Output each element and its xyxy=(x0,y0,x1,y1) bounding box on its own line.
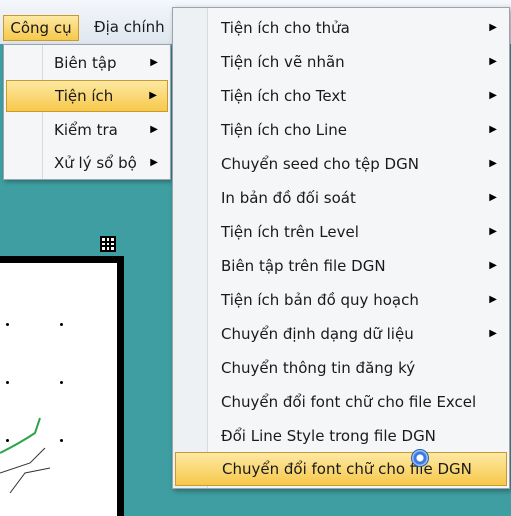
submenu-item-tien-ich[interactable]: Tiện ích ▶ xyxy=(6,80,168,112)
tien-ich-dropdown: Tiện ích cho thửa ▶ Tiện ích vẽ nhãn ▶ T… xyxy=(172,7,510,489)
menu-item-in-ban-do-doi-soat[interactable]: In bản đồ đối soát ▶ xyxy=(175,181,507,215)
submenu-item-xu-ly-so-bo[interactable]: Xử lý sổ bộ ▶ xyxy=(6,147,168,179)
arrow-right-icon: ▶ xyxy=(489,260,497,271)
arrow-right-icon: ▶ xyxy=(150,157,158,168)
menu-item-tien-ich-ve-nhan[interactable]: Tiện ích vẽ nhãn ▶ xyxy=(175,45,507,79)
menu-item-font-excel[interactable]: Chuyển đổi font chữ cho file Excel xyxy=(175,385,507,419)
menu-item-tien-ich-tren-level[interactable]: Tiện ích trên Level ▶ xyxy=(175,215,507,249)
submenu-item-bien-tap[interactable]: Biên tập ▶ xyxy=(6,47,168,79)
arrow-right-icon: ▶ xyxy=(489,158,497,169)
arrow-right-icon: ▶ xyxy=(489,124,497,135)
arrow-right-icon: ▶ xyxy=(489,294,497,305)
map-point xyxy=(6,323,9,326)
map-point xyxy=(60,381,63,384)
arrow-right-icon: ▶ xyxy=(150,124,158,135)
grid-marker-icon xyxy=(100,236,116,252)
menu-dia-chinh[interactable]: Địa chính xyxy=(90,15,169,41)
menu-item-font-dgn[interactable]: Chuyển đổi font chữ cho file DGN xyxy=(175,449,507,486)
menu-item-doi-line-style[interactable]: Đổi Line Style trong file DGN xyxy=(175,419,507,453)
arrow-right-icon: ▶ xyxy=(149,90,157,101)
arrow-right-icon: ▶ xyxy=(489,226,497,237)
menu-item-tien-ich-cho-text[interactable]: Tiện ích cho Text ▶ xyxy=(175,79,507,113)
mouse-cursor-icon xyxy=(411,449,429,467)
arrow-right-icon: ▶ xyxy=(489,22,497,33)
menu-item-ban-do-quy-hoach[interactable]: Tiện ích bản đồ quy hoạch ▶ xyxy=(175,283,507,317)
map-point xyxy=(60,323,63,326)
menu-item-chuyen-thong-tin-dang-ky[interactable]: Chuyển thông tin đăng ký xyxy=(175,351,507,385)
submenu-item-kiem-tra[interactable]: Kiểm tra ▶ xyxy=(6,114,168,146)
menu-cong-cu[interactable]: Công cụ xyxy=(3,15,79,41)
map-canvas[interactable] xyxy=(0,182,180,516)
arrow-right-icon: ▶ xyxy=(489,192,497,203)
menu-item-chuyen-dinh-dang[interactable]: Chuyển định dạng dữ liệu ▶ xyxy=(175,317,507,351)
menu-item-chuyen-seed[interactable]: Chuyển seed cho tệp DGN ▶ xyxy=(175,147,507,181)
map-point xyxy=(6,381,9,384)
arrow-right-icon: ▶ xyxy=(150,57,158,68)
menu-item-tien-ich-cho-line[interactable]: Tiện ích cho Line ▶ xyxy=(175,113,507,147)
parcel-lines xyxy=(0,417,51,493)
arrow-right-icon: ▶ xyxy=(489,328,497,339)
arrow-right-icon: ▶ xyxy=(489,56,497,67)
map-sheet-frame xyxy=(0,256,124,516)
cong-cu-submenu: Biên tập ▶ Tiện ích ▶ Kiểm tra ▶ Xử lý s… xyxy=(3,44,171,180)
arrow-right-icon: ▶ xyxy=(489,90,497,101)
menu-item-bien-tap-tren-file-dgn[interactable]: Biên tập trên file DGN ▶ xyxy=(175,249,507,283)
menu-item-tien-ich-cho-thua[interactable]: Tiện ích cho thửa ▶ xyxy=(175,11,507,45)
